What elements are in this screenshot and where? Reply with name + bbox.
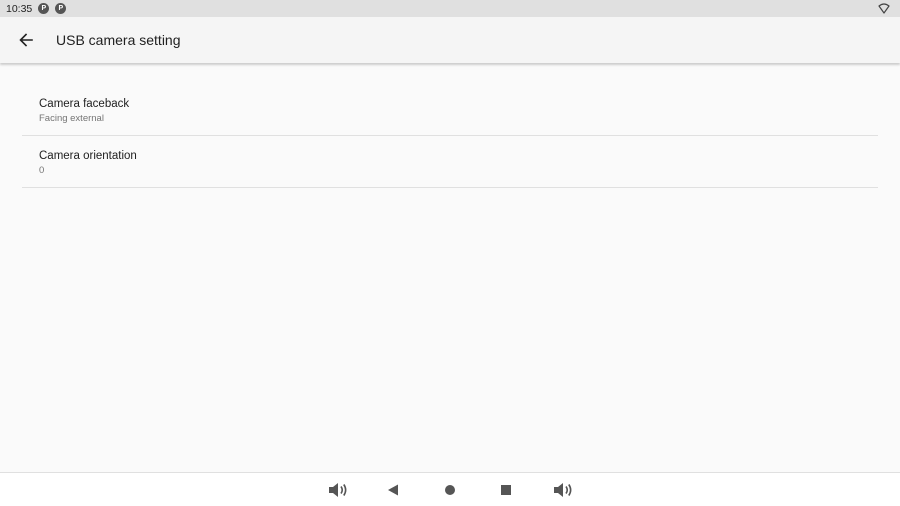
status-time: 10:35: [6, 2, 33, 15]
volume-up-button[interactable]: [551, 479, 575, 501]
settings-list: Camera faceback Facing external Camera o…: [22, 84, 878, 188]
volume-down-icon: [329, 483, 347, 497]
home-icon: [445, 485, 455, 495]
app-bar: USB camera setting: [0, 17, 900, 63]
pref-title: Camera orientation: [39, 150, 137, 162]
page-title: USB camera setting: [56, 32, 181, 48]
back-icon: [388, 484, 398, 496]
pref-summary: Facing external: [39, 113, 104, 124]
navigation-bar: [0, 472, 900, 506]
status-bar: 10:35 P P: [0, 0, 900, 17]
recents-icon: [501, 485, 511, 495]
pref-summary: 0: [39, 165, 45, 176]
arrow-back-icon: [19, 33, 33, 47]
nav-back-button[interactable]: [381, 479, 405, 501]
pref-camera-faceback[interactable]: Camera faceback Facing external: [22, 84, 878, 136]
pref-title: Camera faceback: [39, 98, 130, 110]
volume-down-button[interactable]: [326, 479, 350, 501]
app-notification-icon: P: [38, 3, 50, 14]
nav-recents-button[interactable]: [494, 479, 518, 501]
nav-home-button[interactable]: [438, 479, 462, 501]
app-notification-icon: P: [55, 3, 67, 14]
wifi-icon: [878, 3, 890, 14]
pref-camera-orientation[interactable]: Camera orientation 0: [22, 136, 878, 188]
volume-up-icon: [554, 483, 572, 497]
back-button[interactable]: [13, 27, 39, 53]
